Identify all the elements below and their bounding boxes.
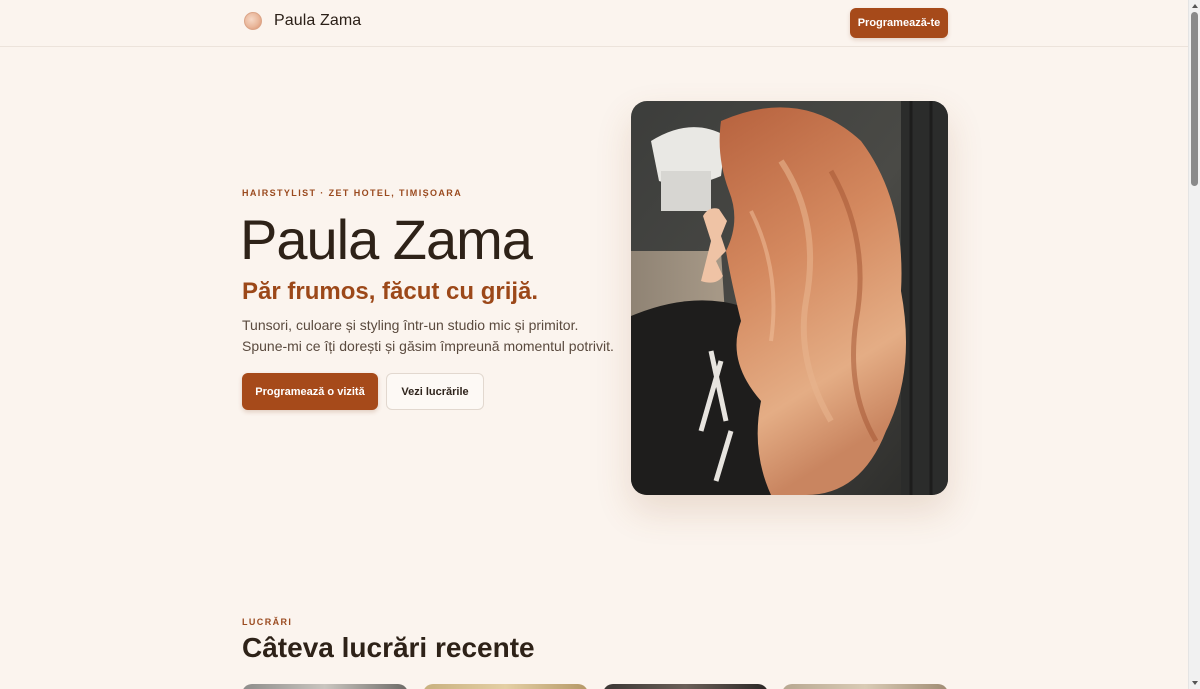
- hero-description-line-2: Spune-mi ce îți dorești și găsim împreun…: [242, 337, 614, 354]
- work-card[interactable]: [603, 684, 768, 689]
- hero-tagline: Păr frumos, făcut cu grijă.: [242, 278, 539, 305]
- vertical-scrollbar[interactable]: [1188, 0, 1200, 689]
- scrollbar-thumb[interactable]: [1191, 12, 1198, 186]
- work-card[interactable]: [782, 684, 948, 689]
- scroll-up-arrow-icon[interactable]: [1192, 4, 1198, 8]
- works-title: Câteva lucrări recente: [242, 632, 535, 663]
- works-eyebrow: LUCRĂRI: [242, 617, 293, 627]
- work-card[interactable]: [242, 684, 408, 689]
- book-button[interactable]: Programează-te: [850, 8, 948, 38]
- logo-icon: [244, 12, 262, 30]
- hair-photo-illustration: [631, 101, 948, 495]
- brand-name: Paula Zama: [274, 12, 362, 29]
- brand[interactable]: Paula Zama: [244, 12, 361, 30]
- hero-eyebrow: HAIRSTYLIST · ZET HOTEL, TIMIȘOARA: [242, 188, 463, 198]
- hero-title: Paula Zama: [240, 208, 533, 271]
- view-works-button[interactable]: Vezi lucrările: [386, 373, 484, 410]
- hero-description-line-1: Tunsori, culoare și styling într-un stud…: [242, 317, 579, 333]
- hero-description: Tunsori, culoare și styling într-un stud…: [242, 315, 622, 356]
- site-header: Paula Zama Programează-te: [0, 0, 1188, 47]
- work-card[interactable]: [423, 684, 588, 689]
- scroll-down-arrow-icon[interactable]: [1192, 681, 1198, 685]
- hero-photo: [631, 101, 948, 495]
- book-visit-button[interactable]: Programează o vizită: [242, 373, 378, 410]
